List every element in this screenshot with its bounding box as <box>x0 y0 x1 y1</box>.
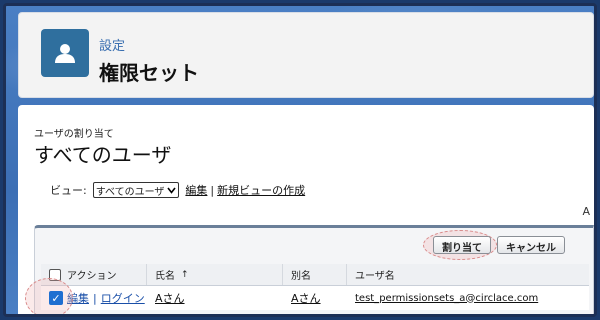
section-title: すべてのユーザ <box>34 143 172 167</box>
page-header: 設定 権限セット <box>18 12 594 98</box>
new-view-link[interactable]: 新規ビューの作成 <box>217 182 305 198</box>
col-name-label: 氏名 <box>155 271 175 282</box>
row-alias-link[interactable]: Aさん <box>291 290 321 306</box>
cancel-button[interactable]: キャンセル <box>497 236 565 254</box>
user-table: アクション 氏名 ↑ 別名 ユーザ名 ✓ 編集 | ログイン Aさん Aさん t… <box>25 264 589 314</box>
row-name-cell: Aさん <box>147 286 283 310</box>
breadcrumb[interactable]: 設定 <box>99 35 125 54</box>
row-checkbox[interactable]: ✓ <box>49 291 63 305</box>
view-select[interactable]: すべてのユーザ <box>92 182 180 198</box>
view-selector-row: ビュー: すべてのユーザ 編集 | 新規ビューの作成 <box>50 182 305 198</box>
row-login-link[interactable]: ログイン <box>101 290 145 306</box>
row-action-separator: | <box>93 291 97 305</box>
alphabet-filter-letter[interactable]: A <box>582 205 590 218</box>
view-label: ビュー: <box>50 184 87 197</box>
row-action-cell: ✓ 編集 | ログイン <box>25 278 147 314</box>
link-separator: | <box>210 183 215 197</box>
button-row: 割り当て キャンセル <box>423 230 565 260</box>
edit-view-link[interactable]: 編集 <box>185 182 207 198</box>
window-frame: 設定 権限セット ユーザの割り当て すべてのユーザ ビュー: すべてのユーザ 編… <box>3 3 597 317</box>
col-alias[interactable]: 別名 <box>283 264 347 285</box>
section-label: ユーザの割り当て <box>34 129 114 140</box>
row-name-link[interactable]: Aさん <box>155 290 185 306</box>
assign-button[interactable]: 割り当て <box>433 236 491 254</box>
row-alias-cell: Aさん <box>283 286 347 310</box>
col-alias-label: 別名 <box>291 271 311 282</box>
row-username-link[interactable]: test_permissionsets_a@circlace.com <box>355 293 538 304</box>
page-title: 権限セット <box>99 61 199 85</box>
user-list-box: 割り当て キャンセル アクション 氏名 ↑ 別名 ユーザ名 ✓ 編集 | ログイ… <box>25 225 594 314</box>
table-row: ✓ 編集 | ログイン Aさん Aさん test_permissionsets_… <box>25 278 589 314</box>
col-username[interactable]: ユーザ名 <box>347 264 589 285</box>
view-select-value: すべてのユーザ <box>95 186 165 198</box>
main-panel: ユーザの割り当て すべてのユーザ ビュー: すべてのユーザ 編集 | 新規ビュー… <box>18 105 594 314</box>
user-icon <box>41 29 89 77</box>
col-name[interactable]: 氏名 ↑ <box>147 264 283 285</box>
row-username-cell: test_permissionsets_a@circlace.com <box>347 286 589 310</box>
sort-asc-icon: ↑ <box>181 269 189 280</box>
col-action-label: アクション <box>67 271 117 282</box>
col-username-label: ユーザ名 <box>355 271 395 282</box>
table-header: アクション 氏名 ↑ 別名 ユーザ名 <box>41 264 589 286</box>
chevron-down-icon <box>167 187 177 194</box>
